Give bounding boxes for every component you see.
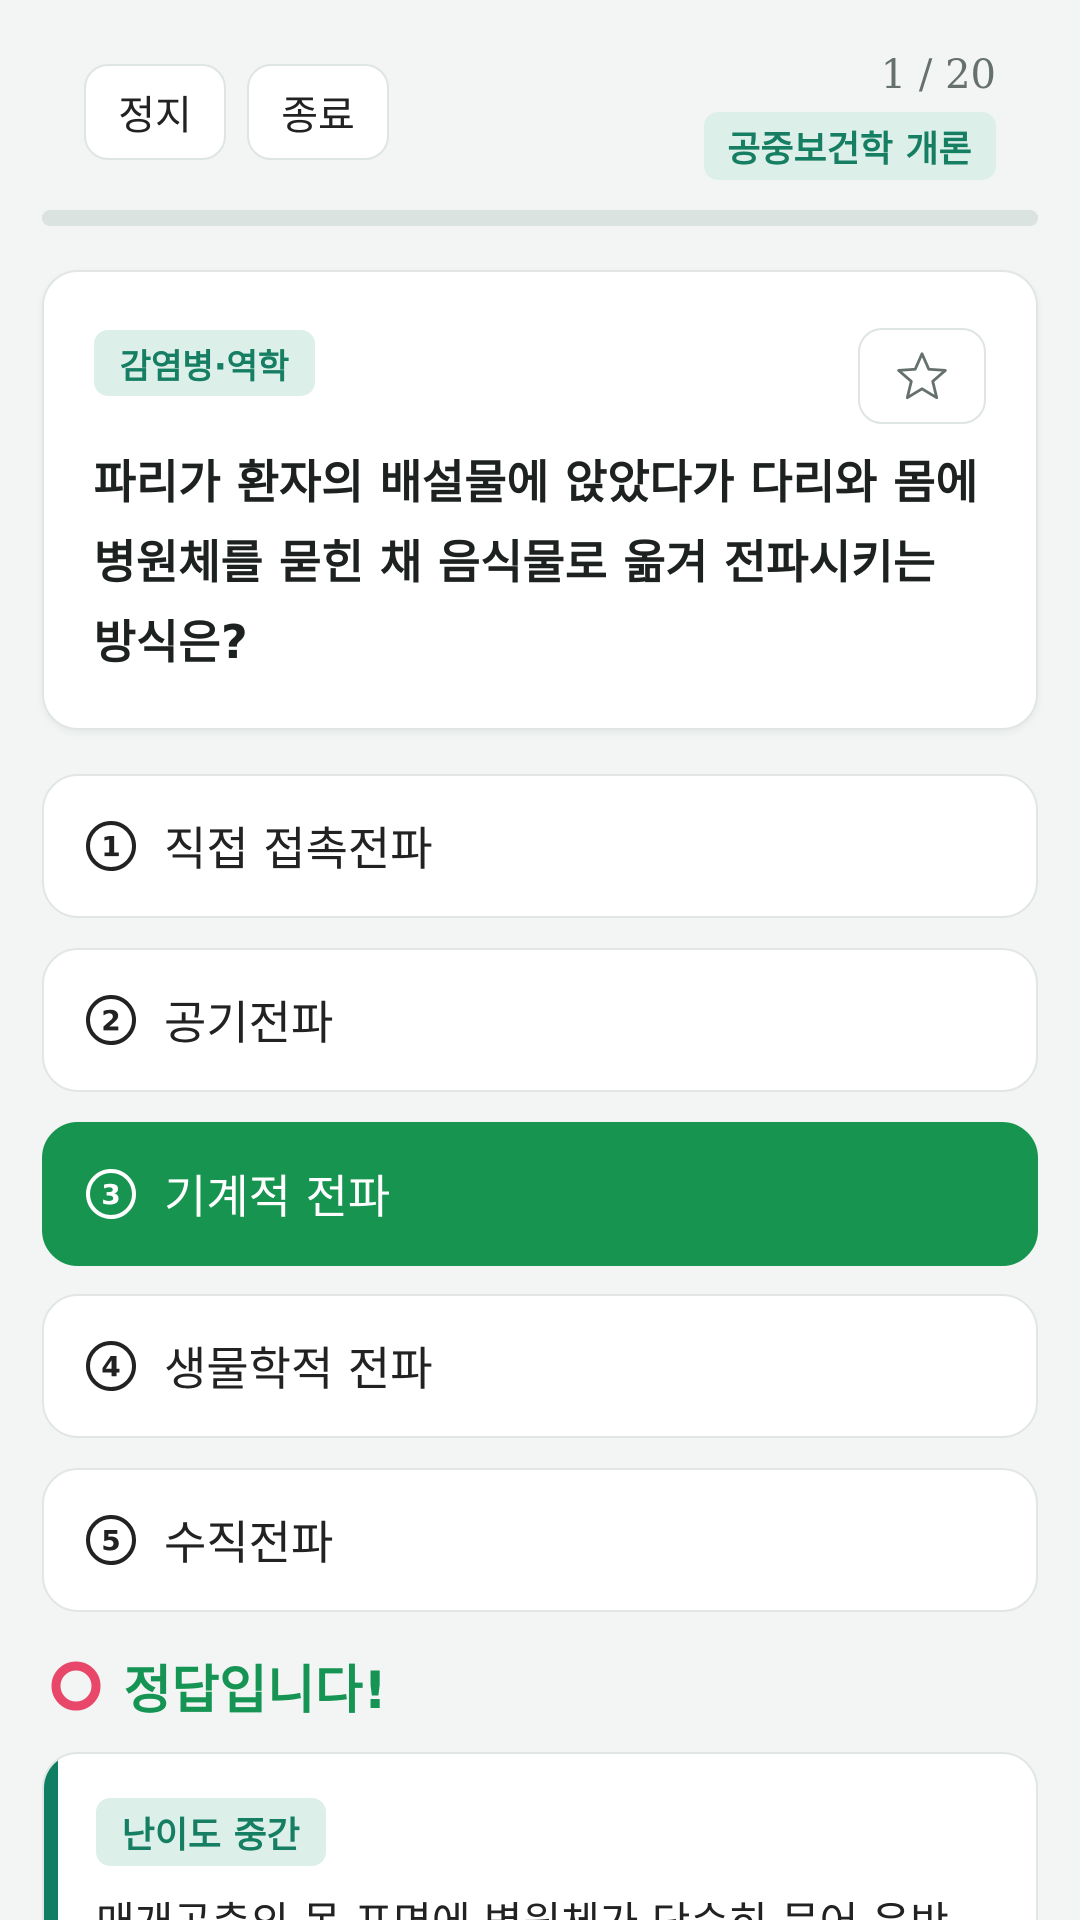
correct-circle-icon <box>51 1661 101 1710</box>
option-number: 2 <box>86 995 136 1045</box>
option-number: 4 <box>86 1341 136 1391</box>
quiz-screen: 정지 종료 1 / 20 공중보건학 개론 감염병·역학 파리가 환자의 배설물… <box>0 0 1080 1920</box>
pause-button[interactable]: 정지 <box>84 64 226 160</box>
top-bar: 정지 종료 1 / 20 공중보건학 개론 <box>42 0 1038 200</box>
category-badge: 감염병·역학 <box>94 330 316 396</box>
subject-badge: 공중보건학 개론 <box>703 112 996 180</box>
option-label: 직접 접촉전파 <box>164 822 433 876</box>
explanation-card: 난이도 중간 매개곤충의 몸 표면에 병원체가 단순히 묻어 운반 <box>42 1752 1038 1920</box>
option-3[interactable]: 3 기계적 전파 <box>42 1122 1038 1266</box>
option-label: 공기전파 <box>164 996 334 1050</box>
progress-bar <box>42 210 1038 226</box>
option-2[interactable]: 2 공기전파 <box>42 948 1038 1092</box>
option-number: 5 <box>86 1515 136 1565</box>
option-number: 3 <box>86 1169 136 1219</box>
option-5[interactable]: 5 수직전파 <box>42 1468 1038 1612</box>
end-button[interactable]: 종료 <box>247 64 389 160</box>
star-outline-icon <box>897 352 947 400</box>
option-label: 기계적 전파 <box>164 1170 391 1224</box>
question-counter: 1 / 20 <box>880 52 996 98</box>
explanation-text: 매개곤충의 몸 표면에 병원체가 단순히 묻어 운반 <box>96 1888 1006 1920</box>
option-1[interactable]: 1 직접 접촉전파 <box>42 774 1038 918</box>
result-text: 정답입니다! <box>124 1661 387 1721</box>
option-4[interactable]: 4 생물학적 전파 <box>42 1294 1038 1438</box>
option-label: 수직전파 <box>164 1516 334 1570</box>
difficulty-badge: 난이도 중간 <box>96 1798 327 1866</box>
favorite-button[interactable] <box>858 328 986 424</box>
question-text: 파리가 환자의 배설물에 앉았다가 다리와 몸에 병원체를 묻힌 채 음식물로 … <box>94 455 979 669</box>
option-label: 생물학적 전파 <box>164 1342 433 1396</box>
result-banner: 정답입니다! <box>50 1648 387 1723</box>
option-number: 1 <box>86 821 136 871</box>
question-card: 감염병·역학 파리가 환자의 배설물에 앉았다가 다리와 몸에 병원체를 묻힌 … <box>42 270 1038 730</box>
